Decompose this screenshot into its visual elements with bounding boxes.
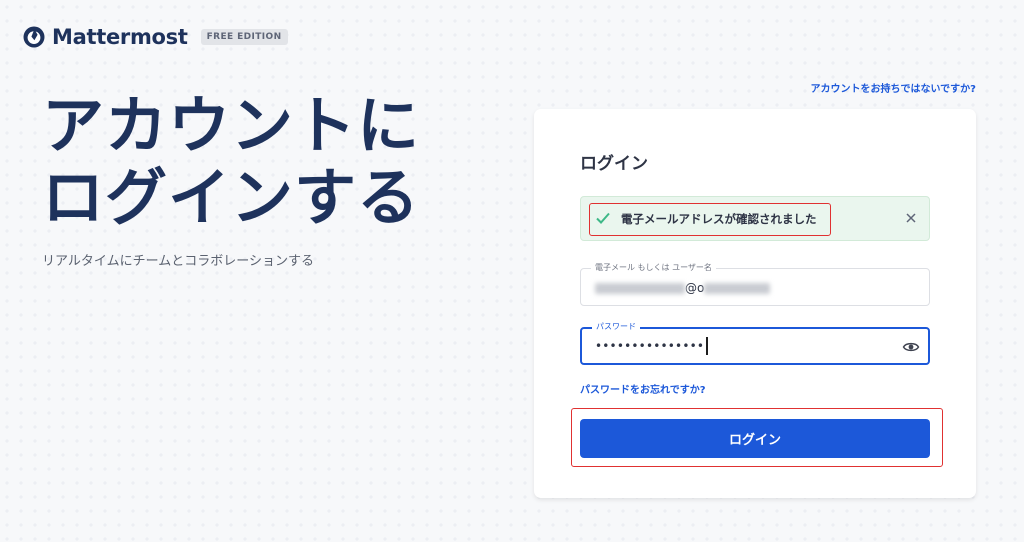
login-card-title: ログイン <box>580 154 648 174</box>
login-card: ログイン 電子メールアドレスが確認されました 電子メール もしくは ユーザー名 … <box>534 109 976 498</box>
hero-title: アカウントにログインする <box>42 89 421 234</box>
blurred-text <box>595 282 685 294</box>
password-field[interactable]: パスワード ••••••••••••••• <box>580 322 930 365</box>
email-field-label: 電子メール もしくは ユーザー名 <box>591 263 716 273</box>
email-verified-banner: 電子メールアドレスが確認されました <box>580 196 930 241</box>
signup-link[interactable]: アカウントをお持ちではないですか? <box>810 80 976 95</box>
hero-subtitle: リアルタイムにチームとコラボレーションする <box>42 254 314 269</box>
password-value: ••••••••••••••• <box>595 337 708 355</box>
annotation-highlight-banner <box>589 203 831 236</box>
mattermost-logo-icon <box>23 26 45 48</box>
text-caret <box>706 337 708 355</box>
blurred-text <box>704 282 771 294</box>
password-masked: ••••••••••••••• <box>595 339 705 353</box>
header: Mattermost FREE EDITION <box>22 23 288 51</box>
email-field-value: @o <box>595 281 771 295</box>
email-field[interactable]: 電子メール もしくは ユーザー名 @o <box>580 263 930 306</box>
show-password-button[interactable] <box>902 338 920 356</box>
login-button[interactable]: ログイン <box>580 419 930 458</box>
eye-icon <box>902 342 920 352</box>
close-banner-button[interactable] <box>903 210 919 226</box>
password-field-label: パスワード <box>592 322 640 332</box>
edition-badge: FREE EDITION <box>200 29 288 45</box>
close-icon <box>906 213 916 223</box>
forgot-password-link[interactable]: パスワードをお忘れですか? <box>580 381 706 396</box>
logo-text: Mattermost <box>52 25 188 49</box>
email-visible-fragment: @o <box>685 281 705 295</box>
